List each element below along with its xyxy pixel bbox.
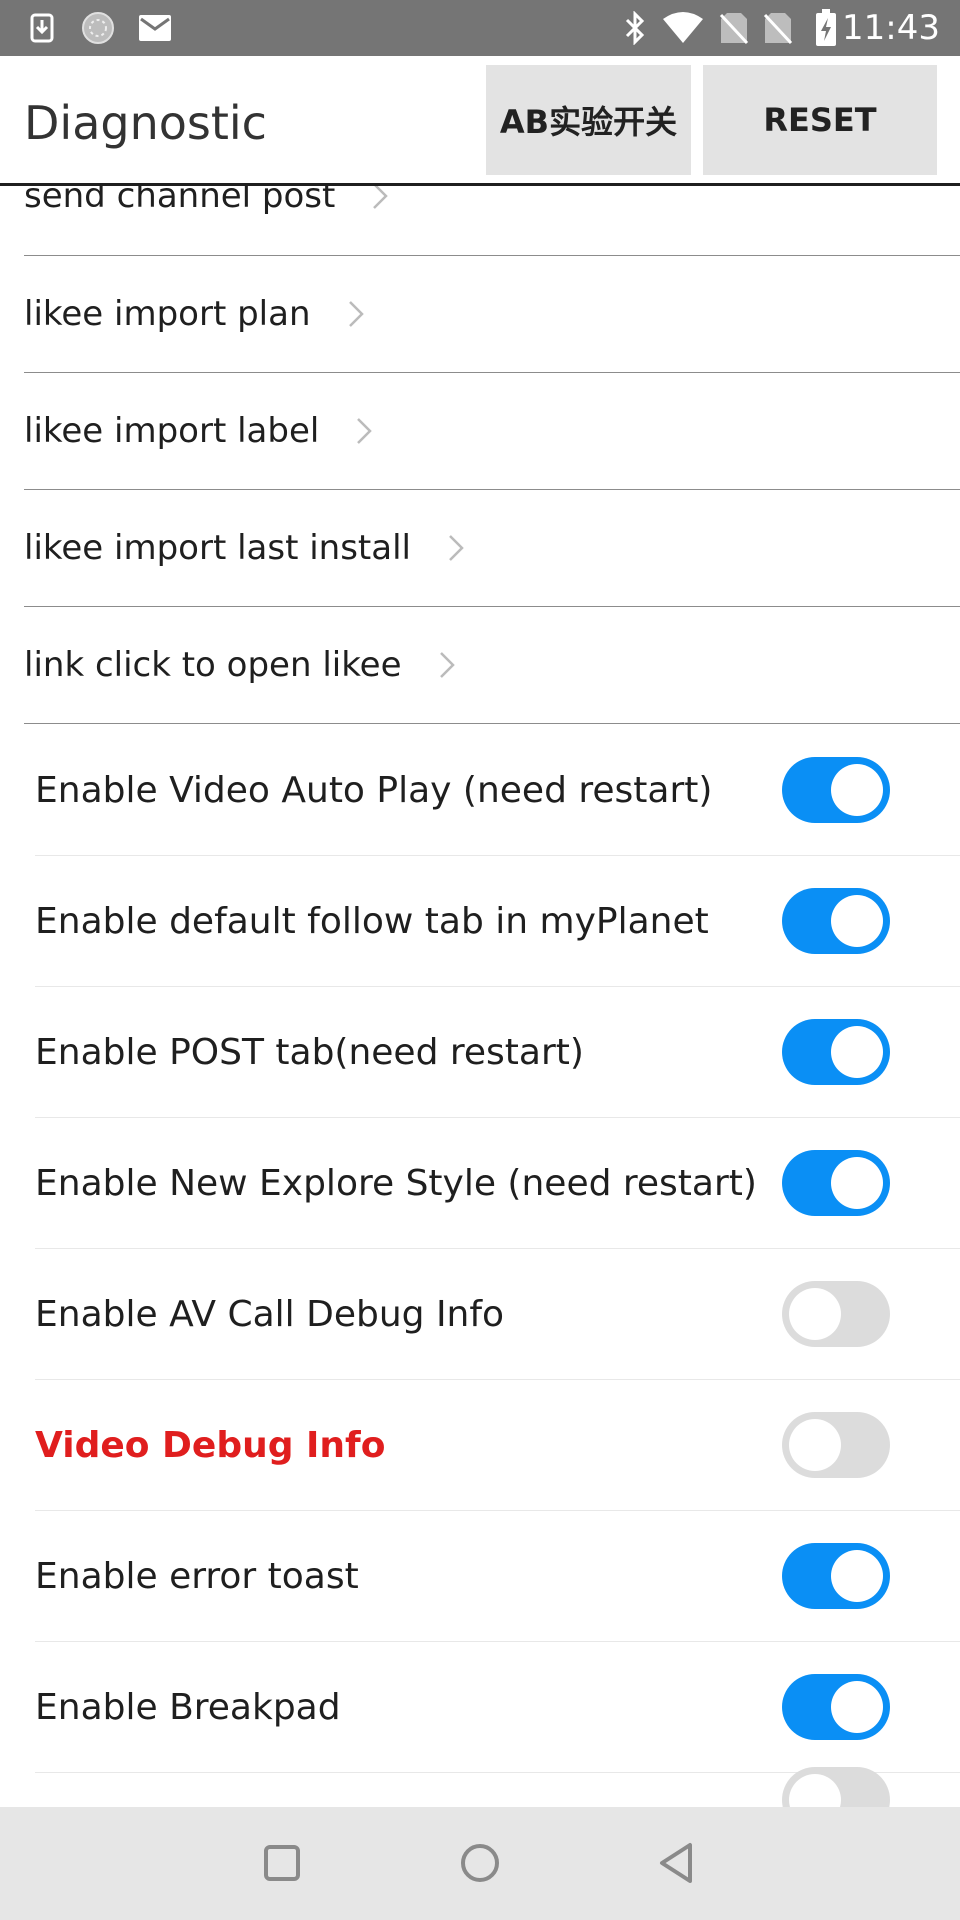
switch-knob: [831, 1550, 883, 1602]
switch-knob: [831, 1681, 883, 1733]
navigation-bar: [0, 1807, 960, 1920]
chevron-right-icon: [438, 648, 460, 682]
toggle-label: Enable Video Auto Play (need restart): [35, 769, 713, 811]
toggle-row-video-debug-info[interactable]: Video Debug Info: [35, 1380, 960, 1511]
no-sim-icon: [762, 10, 794, 46]
page-title: Diagnostic: [24, 96, 267, 150]
switch-knob: [831, 1026, 883, 1078]
download-notification-icon: [28, 10, 56, 46]
chevron-right-icon: [347, 297, 369, 331]
reset-button[interactable]: RESET: [703, 65, 937, 175]
chevron-right-icon: [371, 186, 393, 213]
post-tab-switch[interactable]: [782, 1019, 890, 1085]
diagnostic-list[interactable]: send channel post likee import plan like…: [0, 186, 960, 1807]
breakpad-switch[interactable]: [782, 1674, 890, 1740]
toggle-label: Video Debug Info: [35, 1424, 386, 1466]
error-toast-switch[interactable]: [782, 1543, 890, 1609]
video-debug-info-switch[interactable]: [782, 1412, 890, 1478]
toggle-row-default-follow-tab[interactable]: Enable default follow tab in myPlanet: [35, 856, 960, 987]
list-item-send-channel-post[interactable]: send channel post: [24, 186, 960, 256]
switch-knob: [789, 1419, 841, 1471]
new-explore-style-switch[interactable]: [782, 1150, 890, 1216]
toggle-row-error-toast[interactable]: Enable error toast: [35, 1511, 960, 1642]
toggle-row-breakpad[interactable]: Enable Breakpad: [35, 1642, 960, 1773]
bluetooth-icon: [622, 10, 648, 46]
toggle-row-av-call-debug-info[interactable]: Enable AV Call Debug Info: [35, 1249, 960, 1380]
wifi-icon: [660, 10, 706, 46]
toggle-label: Enable POST tab(need restart): [35, 1031, 584, 1073]
list-item-label: link click to open likee: [24, 645, 402, 685]
toggle-label: Enable error toast: [35, 1555, 359, 1597]
app-bar: Diagnostic AB实验开关 RESET: [0, 56, 960, 186]
default-follow-tab-switch[interactable]: [782, 888, 890, 954]
list-item-likee-import-last-install[interactable]: likee import last install: [24, 490, 960, 607]
toggle-row-partial[interactable]: [35, 1767, 960, 1807]
switch-knob: [831, 1157, 883, 1209]
battery-charging-icon: [814, 9, 838, 46]
mail-notification-icon: [138, 10, 172, 46]
toggle-row-new-explore-style[interactable]: Enable New Explore Style (need restart): [35, 1118, 960, 1249]
back-triangle-icon[interactable]: [650, 1835, 706, 1891]
chevron-right-icon: [447, 531, 469, 565]
switch-knob: [789, 1774, 841, 1807]
toggle-row-video-auto-play[interactable]: Enable Video Auto Play (need restart): [35, 725, 960, 856]
toggle-label: Enable AV Call Debug Info: [35, 1293, 505, 1335]
status-time: 11:43: [842, 8, 940, 48]
list-item-likee-import-label[interactable]: likee import label: [24, 373, 960, 490]
switch-knob: [789, 1288, 841, 1340]
list-item-label: send channel post: [24, 186, 336, 216]
video-auto-play-switch[interactable]: [782, 757, 890, 823]
no-sim-icon: [718, 10, 750, 46]
list-item-likee-import-plan[interactable]: likee import plan: [24, 256, 960, 373]
status-bar: 11:43: [0, 0, 960, 56]
toggle-row-post-tab[interactable]: Enable POST tab(need restart): [35, 987, 960, 1118]
home-circle-icon[interactable]: [452, 1835, 508, 1891]
ab-experiment-switch-button[interactable]: AB实验开关: [486, 65, 691, 175]
list-item-label: likee import label: [24, 411, 320, 451]
partial-switch[interactable]: [782, 1767, 890, 1807]
app-notification-icon: [78, 10, 118, 46]
toggle-label: Enable New Explore Style (need restart): [35, 1162, 757, 1204]
toggle-label: Enable Breakpad: [35, 1686, 341, 1728]
switch-knob: [831, 895, 883, 947]
chevron-right-icon: [355, 414, 377, 448]
list-item-label: likee import last install: [24, 528, 411, 568]
list-item-label: likee import plan: [24, 294, 311, 334]
recents-square-icon[interactable]: [254, 1835, 310, 1891]
toggle-label: Enable default follow tab in myPlanet: [35, 900, 709, 942]
switch-knob: [831, 764, 883, 816]
list-item-link-click-to-open-likee[interactable]: link click to open likee: [24, 607, 960, 724]
av-call-debug-info-switch[interactable]: [782, 1281, 890, 1347]
